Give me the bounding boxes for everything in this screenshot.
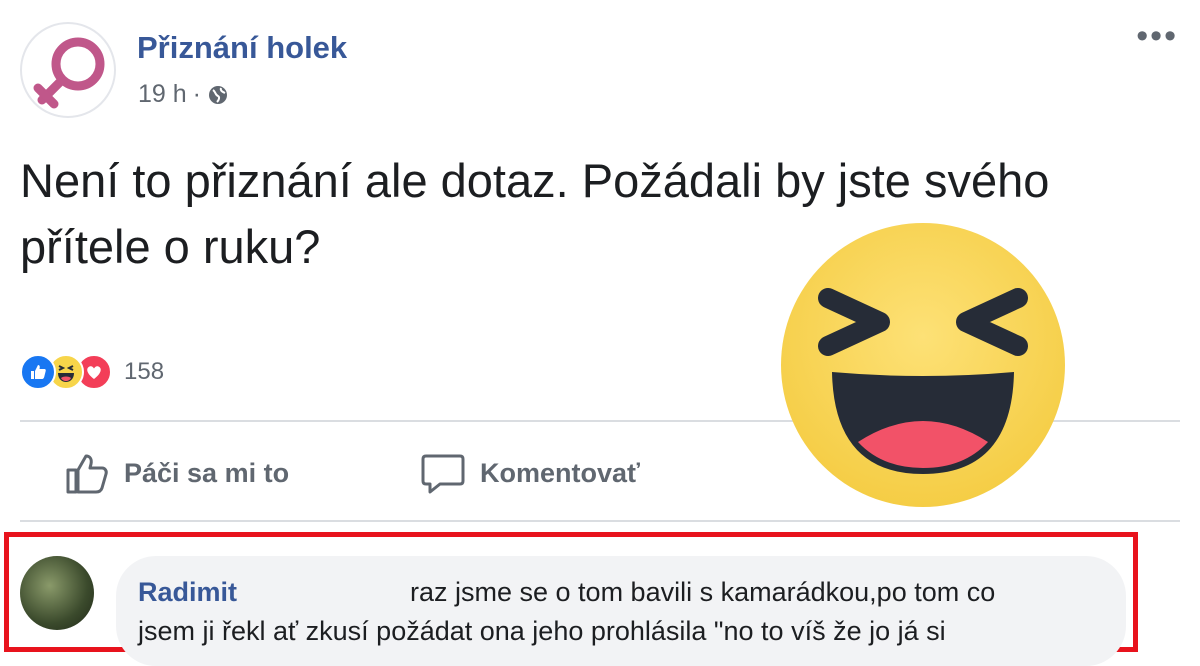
more-options-icon[interactable]: ••• — [1136, 19, 1178, 53]
commenter-avatar[interactable] — [20, 556, 94, 630]
speech-bubble-icon — [421, 454, 465, 494]
like-label: Páči sa mi to — [124, 457, 290, 488]
comment-bubble — [116, 556, 1126, 666]
reaction-count: 158 — [124, 358, 165, 385]
comment-button[interactable]: Komentovať — [420, 450, 640, 496]
post-meta: 19 h · — [138, 80, 229, 109]
post-time[interactable]: 19 h — [138, 80, 187, 109]
divider-bottom — [20, 520, 1180, 522]
comment-label: Komentovať — [480, 457, 640, 488]
female-symbol-logo-icon — [33, 37, 105, 109]
meta-separator: · — [192, 80, 201, 108]
reactions-summary[interactable]: 158 — [20, 354, 164, 390]
page-name-link[interactable]: Přiznání holek — [137, 30, 347, 66]
comment-text-line-2: jsem ji řekl ať zkusí požádat ona jeho p… — [138, 616, 946, 646]
laughing-emoji-icon — [781, 223, 1065, 507]
globe-icon — [209, 85, 227, 104]
like-button[interactable]: Páči sa mi to — [64, 450, 289, 496]
page-avatar[interactable] — [20, 22, 116, 118]
thumbs-up-icon — [66, 454, 108, 494]
like-icon — [20, 354, 56, 390]
comment-text-line-1: raz jsme se o tom bavili s kamarádkou,po… — [410, 577, 996, 607]
commenter-name-link[interactable]: Radimit — [138, 577, 237, 608]
